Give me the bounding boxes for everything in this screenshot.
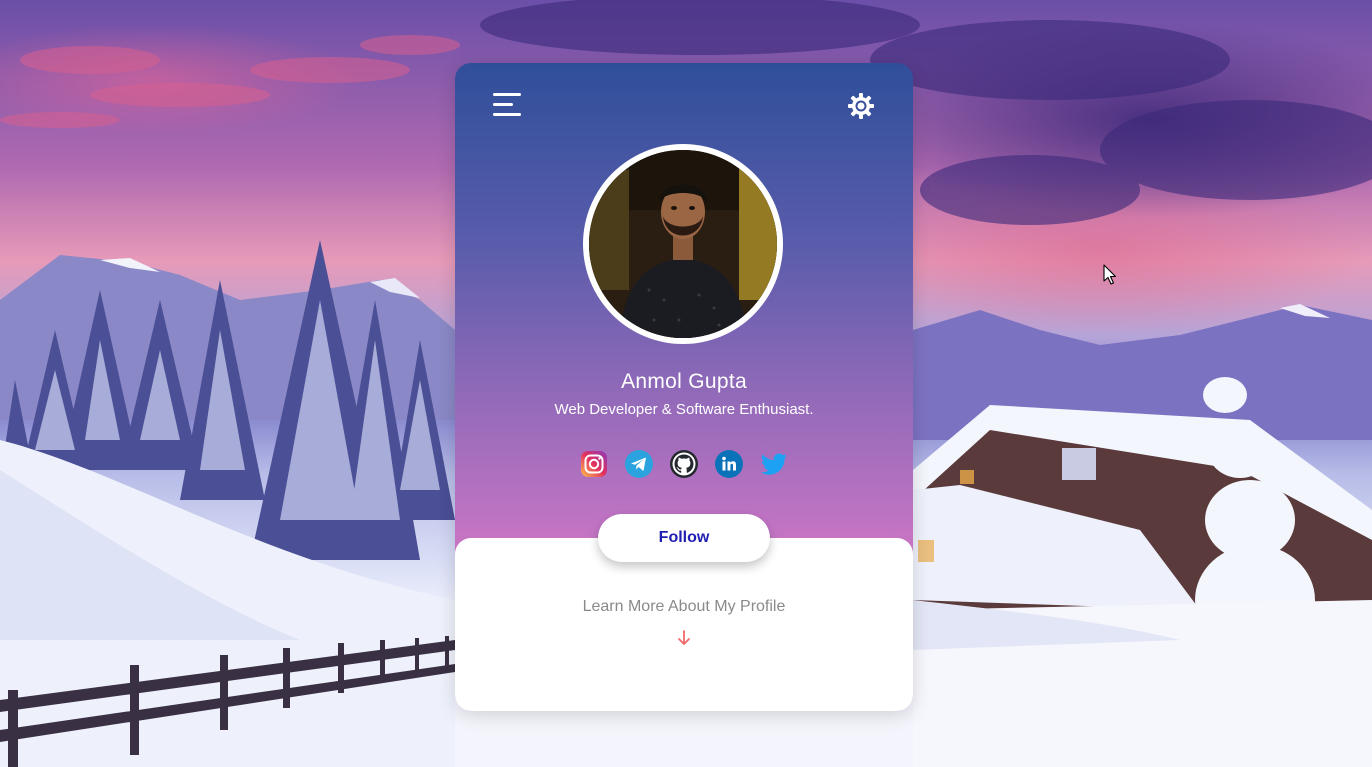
follow-button[interactable]: Follow bbox=[598, 514, 770, 562]
instagram-icon[interactable] bbox=[579, 449, 609, 479]
twitter-icon[interactable] bbox=[759, 449, 789, 479]
linkedin-icon[interactable] bbox=[714, 449, 744, 479]
desktop-background: Anmol Gupta Web Developer & Software Ent… bbox=[0, 0, 1372, 767]
profile-tagline: Web Developer & Software Enthusiast. bbox=[554, 401, 814, 418]
arrow-down-icon[interactable] bbox=[676, 629, 692, 647]
profile-card: Anmol Gupta Web Developer & Software Ent… bbox=[455, 63, 913, 711]
learn-more-link[interactable]: Learn More About My Profile bbox=[455, 598, 913, 616]
gear-icon[interactable] bbox=[847, 92, 875, 120]
telegram-icon[interactable] bbox=[624, 449, 654, 479]
github-icon[interactable] bbox=[669, 449, 699, 479]
avatar bbox=[583, 144, 783, 344]
mouse-cursor-icon bbox=[1103, 264, 1117, 285]
profile-photo bbox=[589, 150, 777, 338]
hamburger-menu-icon[interactable] bbox=[493, 93, 521, 117]
profile-details-panel bbox=[455, 538, 913, 711]
social-links bbox=[579, 449, 791, 481]
profile-name: Anmol Gupta bbox=[621, 370, 747, 393]
